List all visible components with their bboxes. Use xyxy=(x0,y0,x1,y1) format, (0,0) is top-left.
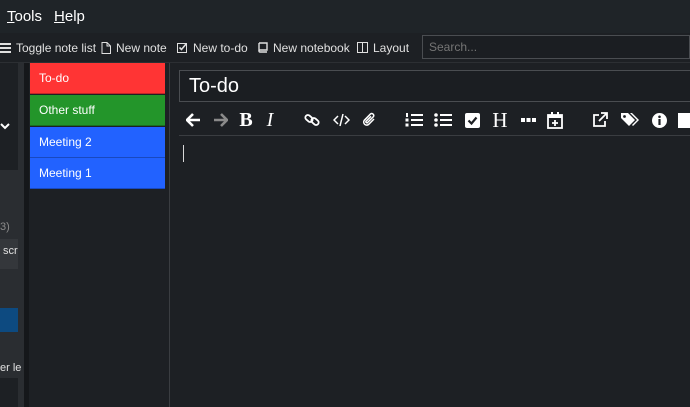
sidebar-item-label: er le xyxy=(0,362,22,374)
new-notebook-label: New notebook xyxy=(273,40,350,55)
new-notebook-button[interactable]: New notebook xyxy=(257,33,350,62)
menu-help[interactable]: Help xyxy=(54,8,85,25)
link-icon[interactable] xyxy=(300,107,324,133)
editor-toolbar: B I H xyxy=(179,105,690,136)
info-icon[interactable] xyxy=(647,107,671,133)
back-icon[interactable] xyxy=(181,107,205,133)
sidebar-item-label: scr xyxy=(3,245,18,257)
attachment-icon[interactable] xyxy=(357,107,381,133)
text-cursor xyxy=(183,145,184,162)
numbered-list-icon[interactable] xyxy=(402,107,426,133)
horizontal-rule-icon[interactable] xyxy=(516,107,540,133)
note-title: To-do xyxy=(39,71,70,85)
layout-button[interactable]: Layout xyxy=(357,33,409,62)
sidebar-item[interactable]: scr xyxy=(0,239,18,269)
new-todo-label: New to-do xyxy=(193,40,248,55)
new-note-label: New note xyxy=(116,40,167,55)
heading-icon[interactable]: H xyxy=(488,107,512,133)
main-toolbar: Toggle note list New note New to-do New … xyxy=(0,33,690,63)
note-list-item[interactable]: Meeting 2 xyxy=(30,127,165,158)
checkbox-list-icon[interactable] xyxy=(460,107,484,133)
note-list-item[interactable]: To-do xyxy=(30,63,165,94)
code-icon[interactable] xyxy=(329,107,353,133)
sidebar-count-fragment: 3) xyxy=(0,221,10,233)
new-note-button[interactable]: New note xyxy=(101,33,167,62)
note-list-item[interactable]: Meeting 1 xyxy=(30,158,165,189)
sidebar-header-block xyxy=(0,63,18,170)
bold-icon[interactable]: B xyxy=(234,107,258,133)
forward-icon[interactable] xyxy=(208,107,232,133)
external-edit-icon[interactable] xyxy=(588,107,612,133)
italic-icon[interactable]: I xyxy=(258,107,282,133)
chevron-down-icon[interactable] xyxy=(0,121,10,131)
sidebar: 3) scr er le xyxy=(0,63,24,407)
sidebar-bottom-block xyxy=(0,378,18,407)
sidebar-scrollbar[interactable] xyxy=(24,63,29,407)
search-input[interactable] xyxy=(422,35,690,59)
pane-divider[interactable] xyxy=(169,63,170,407)
note-title: Meeting 2 xyxy=(39,135,92,149)
menu-bar: Tools Help xyxy=(0,0,690,33)
layout-label: Layout xyxy=(373,40,410,55)
note-title-input[interactable]: To-do xyxy=(179,70,690,102)
checkbox-icon xyxy=(177,42,188,53)
toggle-note-list-button[interactable]: Toggle note list xyxy=(0,33,96,62)
note-title: Other stuff xyxy=(39,103,95,117)
note-list: To-do Other stuff Meeting 2 Meeting 1 xyxy=(30,63,165,407)
tags-icon[interactable] xyxy=(617,107,641,133)
file-icon xyxy=(101,41,111,54)
note-list-item[interactable]: Other stuff xyxy=(30,95,165,126)
menu-tools[interactable]: Tools xyxy=(7,8,42,25)
bulleted-list-icon[interactable] xyxy=(431,107,455,133)
note-title: Meeting 1 xyxy=(39,166,92,180)
toggle-note-list-label: Toggle note list xyxy=(16,40,97,55)
new-todo-button[interactable]: New to-do xyxy=(177,33,248,62)
insert-date-icon[interactable] xyxy=(543,107,567,133)
toggle-layout-icon[interactable] xyxy=(673,107,690,133)
book-icon xyxy=(258,42,268,53)
menu-lines-icon xyxy=(0,42,11,53)
sidebar-item-selected[interactable] xyxy=(0,308,18,332)
columns-icon xyxy=(357,42,368,53)
